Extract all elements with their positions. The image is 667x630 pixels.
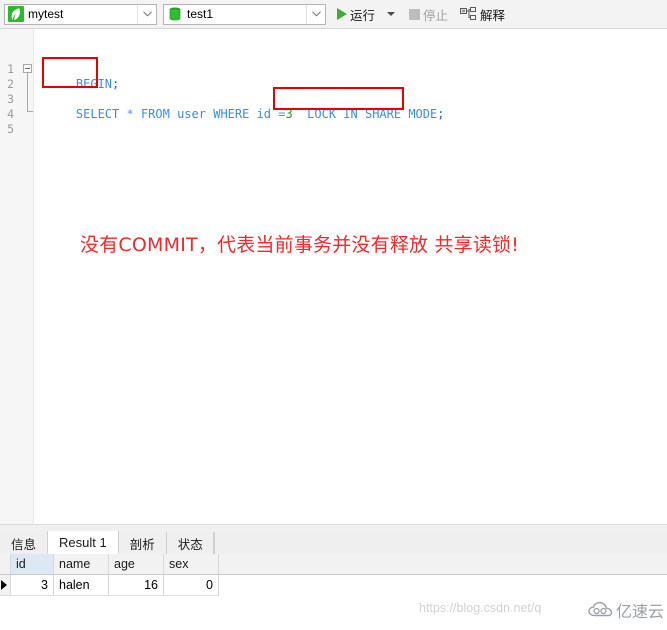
line-number: 3 xyxy=(7,92,14,106)
watermark-brand: 亿速云 xyxy=(588,598,664,622)
code-fold-line xyxy=(27,73,28,112)
row-selector[interactable] xyxy=(0,575,11,596)
sql-keyword-where: WHERE xyxy=(213,107,250,121)
run-button[interactable]: 运行 xyxy=(332,2,378,26)
cell-name[interactable]: halen xyxy=(54,575,109,596)
line-number-gutter: 1 2 3 4 5 xyxy=(0,29,34,524)
database-name: test1 xyxy=(187,7,214,21)
run-dropdown-caret-down-icon[interactable] xyxy=(387,12,396,16)
tab-profile[interactable]: 剖析 xyxy=(117,532,167,554)
run-button-label: 运行 xyxy=(350,8,376,23)
sql-keyword-select: SELECT xyxy=(75,107,120,121)
column-header-id[interactable]: id xyxy=(11,554,54,574)
sql-semicolon: ; xyxy=(112,77,120,91)
navicat-connection-icon xyxy=(8,6,24,22)
chevron-down-icon[interactable] xyxy=(137,4,156,24)
stop-button[interactable]: 停止 xyxy=(402,2,451,26)
explain-tree-icon xyxy=(460,6,477,22)
line-number: 4 xyxy=(7,107,14,121)
result-grid[interactable]: id name age sex 3 halen 16 0 xyxy=(0,554,667,630)
grid-header-gutter xyxy=(0,554,11,574)
stop-button-label: 停止 xyxy=(423,8,449,23)
sql-editor[interactable]: 1 2 3 4 5 BEGIN; SELECT * FROM user WHER… xyxy=(0,29,667,524)
connection-select[interactable]: mytest xyxy=(4,3,157,25)
column-header-age[interactable]: age xyxy=(109,554,164,574)
column-header-name[interactable]: name xyxy=(54,554,109,574)
tab-label: 状态 xyxy=(177,537,203,552)
sql-number-literal: 3 xyxy=(285,107,293,121)
line-number: 5 xyxy=(7,122,14,136)
tab-label: 信息 xyxy=(11,537,37,552)
database-select[interactable]: test1 xyxy=(163,3,326,25)
watermark-url: https://blog.csdn.net/q xyxy=(419,601,542,615)
results-tab-bar: 信息 Result 1 剖析 状态 xyxy=(0,531,667,555)
table-row[interactable]: 3 halen 16 0 xyxy=(0,575,667,596)
tab-bar-filler xyxy=(212,532,667,554)
sql-table-name: user xyxy=(169,107,214,121)
sql-keyword-from: FROM xyxy=(140,107,170,121)
grid-header-row: id name age sex xyxy=(0,554,667,575)
code-line-3: SELECT * FROM user WHERE id =3 LOCK IN S… xyxy=(47,92,445,137)
chevron-down-icon[interactable] xyxy=(306,4,325,24)
watermark-brand-label: 亿速云 xyxy=(616,602,665,621)
explain-button[interactable]: 解释 xyxy=(457,2,508,26)
sql-star: * xyxy=(119,107,141,121)
line-number: 2 xyxy=(7,77,14,91)
stop-square-icon xyxy=(409,8,421,20)
column-header-sex[interactable]: sex xyxy=(164,554,219,574)
toolbar: mytest test1 运行 停止 解释 xyxy=(0,0,667,29)
sql-column-name: id xyxy=(249,107,279,121)
play-icon xyxy=(337,8,347,20)
tab-result-1[interactable]: Result 1 xyxy=(47,531,119,554)
sql-semicolon: ; xyxy=(437,107,445,121)
tab-label: 剖析 xyxy=(129,537,155,552)
tab-status[interactable]: 状态 xyxy=(165,532,215,554)
connection-name: mytest xyxy=(28,7,64,21)
code-fold-toggle[interactable] xyxy=(23,64,32,73)
tab-label: Result 1 xyxy=(59,534,107,550)
code-fold-line-end xyxy=(27,111,33,112)
annotation-text: 没有COMMIT，代表当前事务并没有释放 共享读锁! xyxy=(80,234,520,256)
cell-age[interactable]: 16 xyxy=(109,575,164,596)
database-icon xyxy=(167,6,183,22)
current-row-marker-icon xyxy=(1,580,7,590)
cloud-logo-icon xyxy=(588,601,614,619)
cell-sex[interactable]: 0 xyxy=(164,575,219,596)
line-number: 1 xyxy=(7,62,14,76)
tab-info[interactable]: 信息 xyxy=(0,532,49,554)
cell-id[interactable]: 3 xyxy=(11,575,54,596)
explain-button-label: 解释 xyxy=(480,8,506,23)
sql-keyword-begin: BEGIN xyxy=(75,77,113,91)
sql-keyword-lock-in-share-mode: LOCK IN SHARE MODE xyxy=(292,107,438,121)
